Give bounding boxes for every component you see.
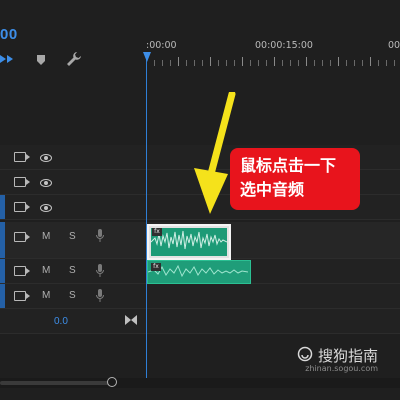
callout-line-1: 鼠标点击一下 [240,156,337,175]
solo-button[interactable]: S [69,265,76,276]
ruler-tick [234,60,235,66]
instruction-callout: 鼠标点击一下 选中音频 [230,148,360,210]
film-icon[interactable] [14,291,30,301]
ruler-tick [330,60,331,66]
mic-icon[interactable] [96,264,104,282]
ruler-tick [370,57,371,66]
watermark-brand: 搜狗指南 [317,347,378,365]
ruler-tick [178,57,179,66]
ruler-label-end: 00 [388,40,400,51]
ruler-tick [194,60,195,66]
horizontal-scrollbar[interactable] [0,381,112,385]
ruler-tick [202,60,203,66]
ruler-tick [226,60,227,66]
ruler-tick [170,60,171,66]
zoom-handle[interactable] [107,377,117,387]
audio-clip-selected[interactable]: fx [147,224,231,260]
mute-button[interactable]: M [42,265,50,276]
ruler-tick [306,57,307,66]
film-icon[interactable] [14,202,30,212]
ruler-label-mid: 00:00:15:00 [255,40,313,51]
ruler-tick [242,57,243,66]
ruler-tick [186,60,187,66]
film-icon[interactable] [14,152,30,162]
track-target-audio-3[interactable] [0,284,5,308]
ruler-tick [290,60,291,66]
ruler-label-start: :00:00 [146,40,177,51]
ruler-tick [282,60,283,66]
track-target-audio-1[interactable] [0,222,5,258]
film-icon[interactable] [14,266,30,276]
clip-body [151,228,227,256]
mic-icon[interactable] [96,289,104,307]
track-row-audio-3 [0,284,400,309]
snap-icon[interactable] [0,52,14,64]
timecode-display[interactable]: 00 [0,26,18,43]
ruler-tick [362,60,363,66]
ruler-tick [266,60,267,66]
eye-icon[interactable] [40,179,52,187]
ruler-tick [314,60,315,66]
ruler-tick [210,57,211,66]
bowtie-icon[interactable] [125,312,137,330]
eye-icon[interactable] [40,204,52,212]
marker-icon[interactable] [36,53,46,65]
film-icon[interactable] [14,177,30,187]
eye-icon[interactable] [40,154,52,162]
playhead-handle[interactable] [143,52,151,62]
watermark-url: zhinan.sogou.com [305,364,378,373]
mute-button[interactable]: M [42,231,50,242]
ruler-tick [322,60,323,66]
ruler-tick [346,60,347,66]
ruler-tick [394,60,395,66]
master-volume-value[interactable]: 0.0 [54,316,68,327]
ruler-tick [154,60,155,66]
solo-button[interactable]: S [69,290,76,301]
callout-line-2: 选中音频 [240,180,305,199]
ruler-tick [354,60,355,66]
solo-button[interactable]: S [69,231,76,242]
fx-badge: fx [152,228,162,236]
track-target-video-1[interactable] [0,195,5,219]
fx-badge: fx [151,263,161,271]
ruler-tick [378,60,379,66]
ruler-tick [386,60,387,66]
ruler-tick [298,60,299,66]
ruler-tick [250,60,251,66]
audio-clip[interactable]: fx [147,260,251,284]
mute-button[interactable]: M [42,290,50,301]
track-target-audio-2[interactable] [0,259,5,283]
ruler-tick [218,60,219,66]
ruler-tick [162,60,163,66]
mic-icon[interactable] [96,229,104,247]
ruler-tick [338,57,339,66]
playhead-line[interactable] [146,52,147,378]
time-ruler[interactable] [146,52,400,70]
ruler-tick [258,60,259,66]
wrench-icon[interactable] [66,51,82,67]
ruler-tick [274,57,275,66]
film-icon[interactable] [14,232,30,242]
